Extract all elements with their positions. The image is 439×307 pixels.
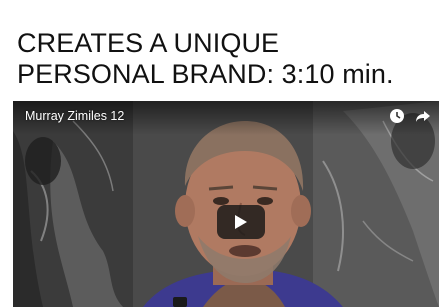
play-icon — [235, 215, 247, 229]
play-button[interactable] — [217, 205, 265, 239]
clock-icon[interactable] — [389, 108, 405, 124]
heading-line-2: PERSONAL BRAND: 3:10 min. — [17, 59, 394, 89]
heading-line-1: CREATES A UNIQUE — [17, 28, 280, 58]
share-icon[interactable] — [415, 108, 431, 124]
video-top-controls — [389, 108, 431, 124]
page-heading: CREATES A UNIQUE PERSONAL BRAND: 3:10 mi… — [17, 28, 394, 90]
video-title[interactable]: Murray Zimiles 12 — [25, 109, 124, 123]
page: CREATES A UNIQUE PERSONAL BRAND: 3:10 mi… — [0, 0, 439, 307]
video-player[interactable]: Murray Zimiles 12 — [13, 101, 439, 307]
